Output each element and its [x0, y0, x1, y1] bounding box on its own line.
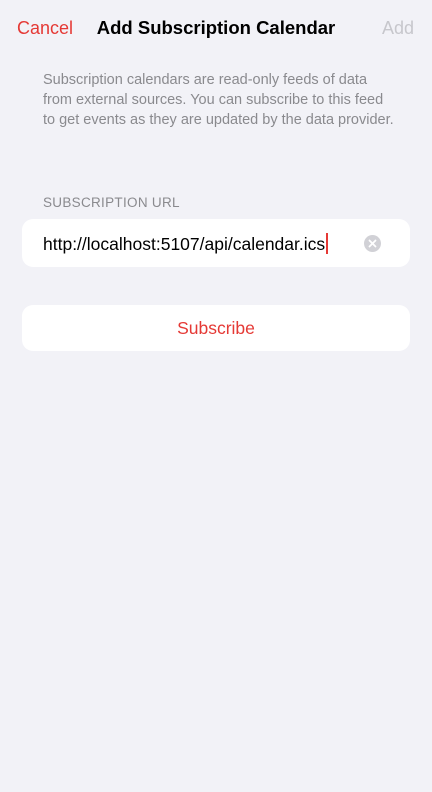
add-button[interactable]: Add [382, 18, 414, 39]
navigation-bar: Cancel Add Subscription Calendar Add [0, 0, 432, 58]
subscription-url-field[interactable]: http://localhost:5107/api/calendar.ics [22, 219, 410, 267]
description-text: Subscription calendars are read-only fee… [43, 72, 394, 128]
clear-text-icon[interactable] [364, 235, 381, 252]
url-value: http://localhost:5107/api/calendar.ics [43, 234, 326, 254]
url-input-text[interactable]: http://localhost:5107/api/calendar.ics [43, 233, 329, 255]
clear-x-circle-icon [368, 239, 377, 248]
page-title: Add Subscription Calendar [96, 17, 336, 38]
subscription-url-label: SUBSCRIPTION URL [43, 195, 180, 210]
subscribe-button[interactable]: Subscribe [22, 305, 410, 351]
text-cursor [326, 233, 329, 254]
subscribe-label: Subscribe [177, 318, 255, 338]
